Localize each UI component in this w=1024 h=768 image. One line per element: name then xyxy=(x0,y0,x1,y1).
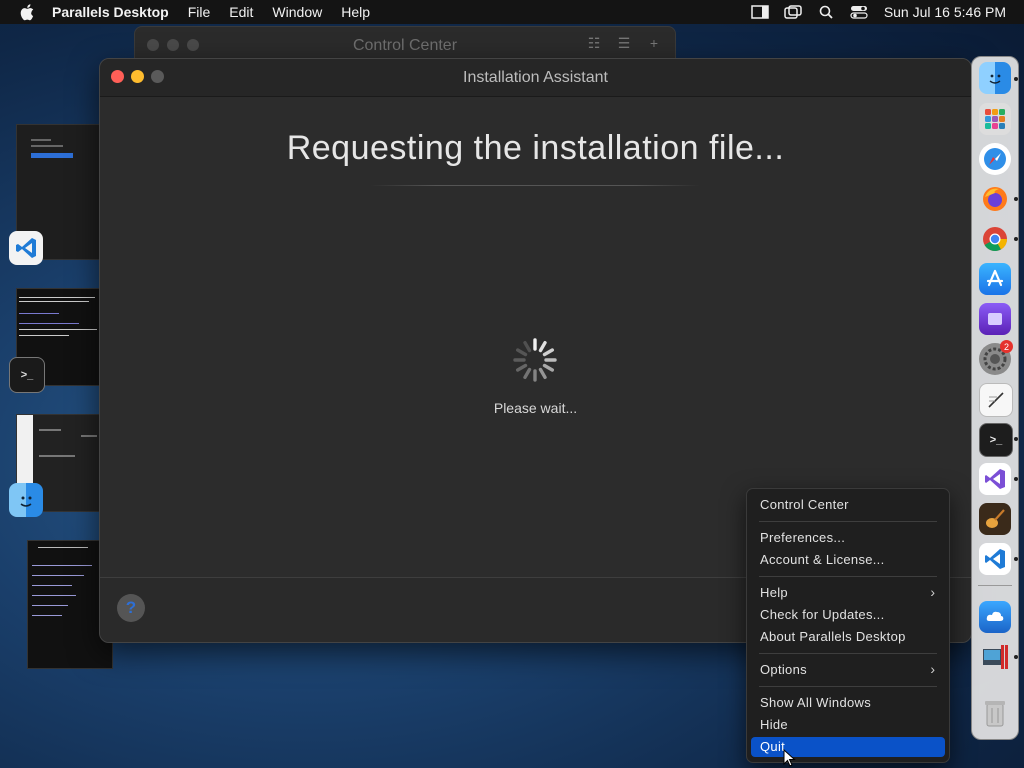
visual-studio-icon[interactable] xyxy=(979,463,1011,495)
control-center-icon[interactable] xyxy=(849,4,869,20)
menu-item-preferences[interactable]: Preferences... xyxy=(751,528,945,548)
menu-item-label: Control Center xyxy=(760,497,849,512)
menu-edit[interactable]: Edit xyxy=(229,4,253,20)
firefox-icon[interactable] xyxy=(979,183,1011,215)
menu-item-label: About Parallels Desktop xyxy=(760,629,906,644)
parallels-dock-menu: Control Center Preferences... Account & … xyxy=(746,488,950,763)
trash-icon[interactable] xyxy=(979,697,1011,729)
menu-item-label: Hide xyxy=(760,717,788,732)
menu-item-help[interactable]: Help › xyxy=(751,583,945,603)
menu-item-label: Help xyxy=(760,585,788,600)
apple-menu-icon[interactable] xyxy=(18,2,38,22)
parallels-status-icon[interactable] xyxy=(783,4,803,20)
menu-separator xyxy=(759,521,937,522)
safari-icon[interactable] xyxy=(979,143,1011,175)
vscode-app-icon[interactable] xyxy=(9,231,43,265)
help-icon: ? xyxy=(125,598,137,617)
terminal-icon[interactable]: >_ xyxy=(979,423,1013,457)
garageband-icon[interactable] xyxy=(979,503,1011,535)
menu-item-about-parallels[interactable]: About Parallels Desktop xyxy=(751,627,945,647)
heading-divider xyxy=(370,185,700,186)
mouse-cursor-icon xyxy=(783,749,796,767)
menu-separator xyxy=(759,576,937,577)
settings-badge: 2 xyxy=(1000,340,1013,353)
menu-help[interactable]: Help xyxy=(341,4,370,20)
finder-icon[interactable] xyxy=(979,62,1011,94)
help-button[interactable]: ? xyxy=(117,594,145,622)
app-store-icon[interactable] xyxy=(979,263,1011,295)
tableplus-icon[interactable] xyxy=(979,303,1011,335)
chrome-icon[interactable] xyxy=(979,223,1011,255)
menu-item-options[interactable]: Options › xyxy=(751,660,945,680)
menu-item-hide[interactable]: Hide xyxy=(751,715,945,735)
dock: 2 >_ xyxy=(971,56,1019,740)
vscode-running-dot xyxy=(1014,557,1018,561)
add-icon[interactable]: + xyxy=(643,35,665,51)
menu-item-label: Quit xyxy=(760,739,786,754)
grid-view-icon[interactable]: ☷ xyxy=(583,35,605,51)
terminal-app-icon[interactable]: >_ xyxy=(9,357,45,393)
loading-spinner-icon xyxy=(513,338,557,382)
menu-separator xyxy=(759,686,937,687)
menu-item-quit[interactable]: Quit xyxy=(751,737,945,757)
textedit-icon[interactable] xyxy=(979,383,1013,417)
menu-window[interactable]: Window xyxy=(272,4,322,20)
installer-heading: Requesting the installation file... xyxy=(286,129,785,167)
menu-item-label: Account & License... xyxy=(760,552,885,567)
menu-item-label: Show All Windows xyxy=(760,695,872,710)
launchpad-icon[interactable] xyxy=(979,103,1011,135)
visual-studio-running-dot xyxy=(1014,477,1018,481)
please-wait-label: Please wait... xyxy=(493,400,578,416)
parallels-running-dot xyxy=(1014,655,1018,659)
menu-clock[interactable]: Sun Jul 16 5:46 PM xyxy=(884,4,1006,20)
menu-item-check-for-updates[interactable]: Check for Updates... xyxy=(751,605,945,625)
submenu-chevron-icon: › xyxy=(930,661,935,677)
menu-item-control-center[interactable]: Control Center xyxy=(751,495,945,515)
menu-item-account-license[interactable]: Account & License... xyxy=(751,550,945,570)
chrome-running-dot xyxy=(1014,237,1018,241)
menu-separator xyxy=(759,653,937,654)
dock-separator xyxy=(978,585,1012,586)
menu-item-label: Preferences... xyxy=(760,530,846,545)
menu-app-name[interactable]: Parallels Desktop xyxy=(52,4,169,20)
menu-item-show-all-windows[interactable]: Show All Windows xyxy=(751,693,945,713)
parallels-icon[interactable] xyxy=(979,641,1011,673)
cloud-icon[interactable] xyxy=(979,601,1011,633)
menu-bar: Parallels Desktop File Edit Window Help … xyxy=(0,0,1024,24)
menu-item-label: Check for Updates... xyxy=(760,607,885,622)
finder-app-icon[interactable] xyxy=(9,483,43,517)
spotlight-search-icon[interactable] xyxy=(816,4,836,20)
finder-running-dot xyxy=(1014,77,1018,81)
firefox-running-dot xyxy=(1014,197,1018,201)
vscode-icon[interactable] xyxy=(979,543,1011,575)
menu-item-label: Options xyxy=(760,662,807,677)
submenu-chevron-icon: › xyxy=(930,584,935,600)
sidebar-toggle-icon[interactable] xyxy=(750,4,770,20)
list-view-icon[interactable]: ☰ xyxy=(613,35,635,51)
window-title: Installation Assistant xyxy=(463,69,608,86)
window-titlebar: Installation Assistant xyxy=(100,59,971,97)
terminal-running-dot xyxy=(1014,437,1018,441)
menu-file[interactable]: File xyxy=(188,4,211,20)
